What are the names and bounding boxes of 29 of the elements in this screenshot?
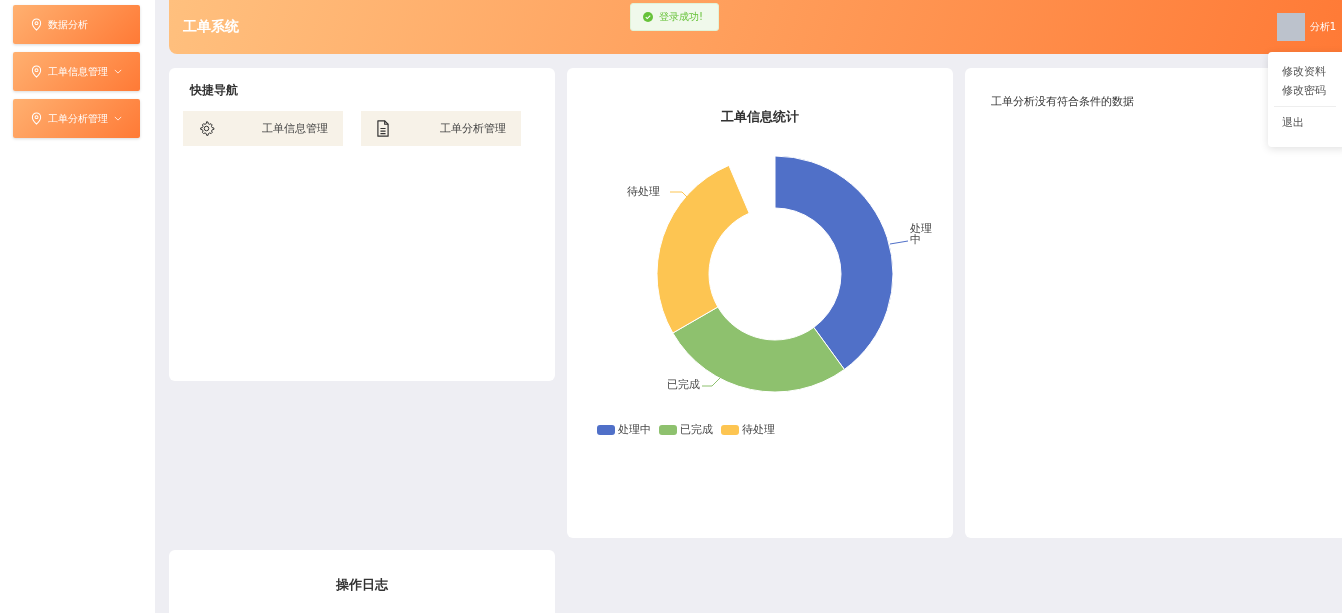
slice-label: 待处理: [627, 185, 660, 198]
sidebar-label: 工单分析管理: [48, 111, 108, 126]
menu-item[interactable]: 退出: [1268, 113, 1304, 132]
legend-item[interactable]: 待处理: [721, 422, 775, 437]
legend-item[interactable]: 已完成: [659, 422, 713, 437]
location-icon: [31, 112, 42, 125]
donut-slice[interactable]: [774, 155, 894, 370]
leader-line: [701, 377, 721, 387]
slice-label: 已完成: [667, 378, 700, 391]
check-circle-icon: [643, 12, 653, 22]
card-title: 操作日志: [336, 576, 388, 594]
card-title: 工单信息统计: [721, 108, 799, 126]
slice-label: 处理中: [910, 222, 932, 246]
legend-item[interactable]: 处理中: [597, 422, 651, 437]
settings-icon: [198, 120, 215, 137]
app-title: 工单系统: [183, 18, 239, 36]
quick-nav-button[interactable]: 工单分析管理: [361, 111, 521, 146]
location-icon: [31, 18, 42, 31]
sidebar-label: 工单信息管理: [48, 64, 108, 79]
card-title: 快捷导航: [190, 82, 239, 99]
toast-message: 登录成功!: [659, 10, 703, 24]
menu-item[interactable]: 修改密码: [1268, 81, 1326, 100]
sidebar-label: 数据分析: [48, 17, 88, 32]
document-icon: [376, 120, 390, 137]
location-icon: [31, 65, 42, 78]
leader-line: [889, 240, 909, 245]
menu-item[interactable]: 修改资料: [1268, 62, 1326, 81]
quick-nav-button[interactable]: 工单信息管理: [183, 111, 343, 146]
empty-message: 工单分析没有符合条件的数据: [991, 94, 1135, 109]
